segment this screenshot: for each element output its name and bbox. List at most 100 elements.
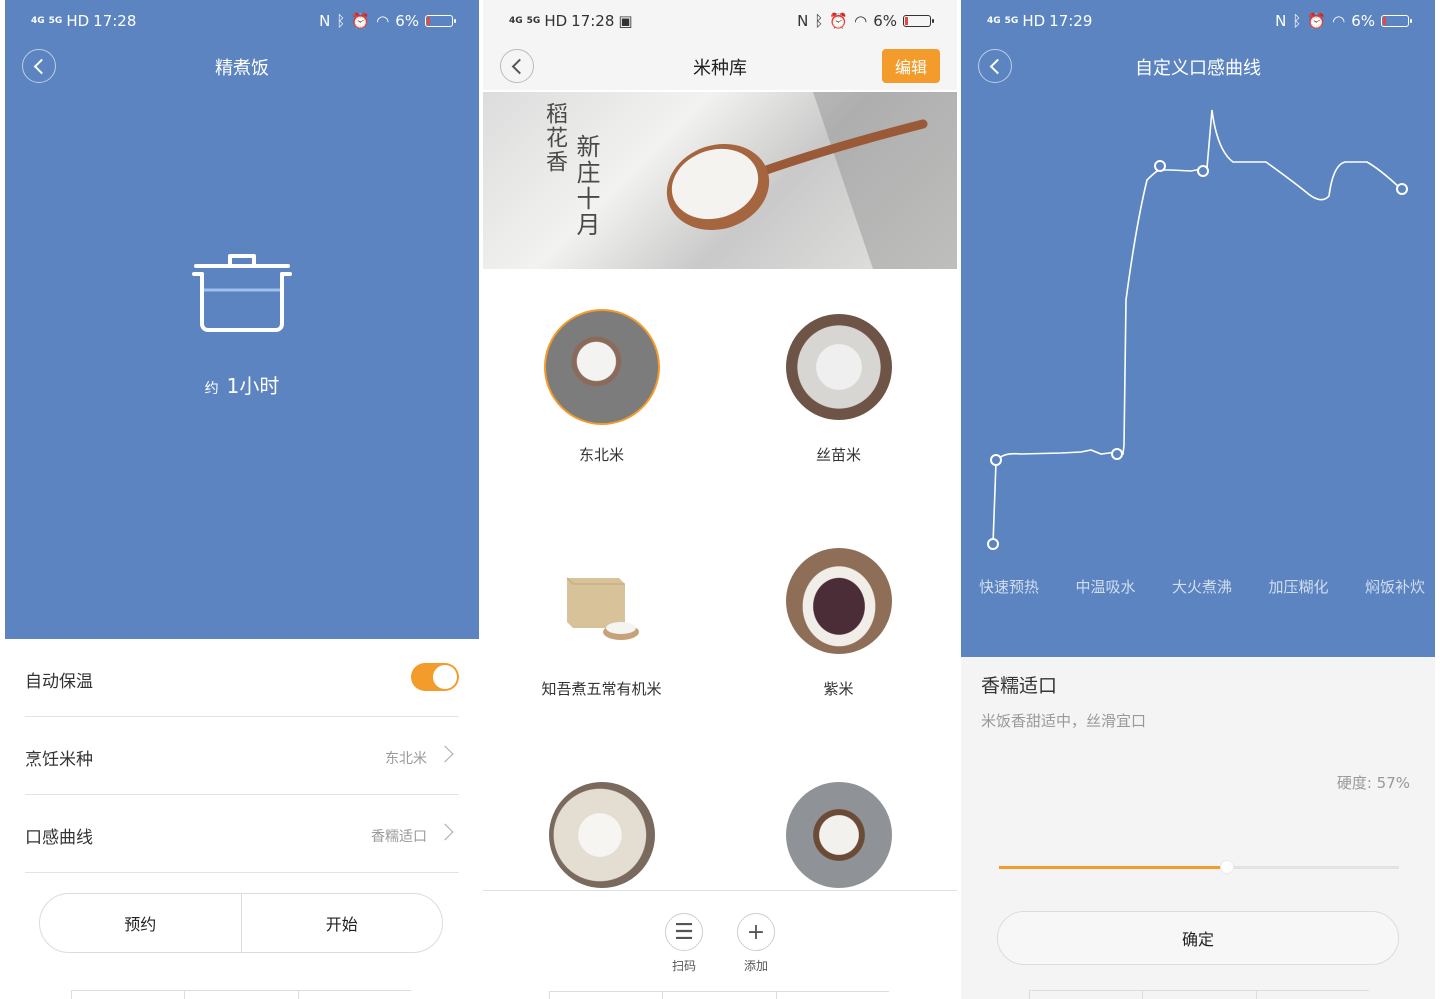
curve-point[interactable] bbox=[1111, 448, 1123, 460]
setting-label: 烹饪米种 bbox=[25, 750, 93, 770]
stage-label: 大火煮沸 bbox=[1171, 578, 1232, 596]
setting-auto-keep-warm: 自动保温 bbox=[25, 639, 459, 717]
signal-4g-icon: 4G bbox=[31, 15, 45, 26]
cook-duration: 约 1小时 bbox=[5, 370, 479, 399]
keep-warm-toggle[interactable] bbox=[411, 663, 459, 691]
stage-label: 焖饭补炊 bbox=[1364, 578, 1425, 596]
add-label: 添加 bbox=[743, 959, 768, 973]
edit-button[interactable]: 编辑 bbox=[882, 49, 940, 83]
rice-item-purple[interactable]: 紫米 bbox=[720, 504, 957, 724]
rice-photo bbox=[786, 314, 892, 420]
hd-indicator: HD bbox=[544, 12, 568, 30]
slider-fill bbox=[999, 866, 1227, 869]
stage-label: 加压糊化 bbox=[1268, 578, 1329, 596]
taste-curve-screen: 4G 5G HD 17:29 N ᛒ ⏰ ◠ 6% 自定义口感曲线 快速预热 中… bbox=[961, 0, 1435, 999]
rice-name: 东北米 bbox=[578, 446, 624, 464]
setting-taste-curve[interactable]: 口感曲线 香糯适口 bbox=[25, 795, 459, 873]
rice-name: 知吾煮五常有机米 bbox=[541, 680, 662, 698]
scan-icon: ☰ bbox=[665, 913, 703, 951]
bottom-edge bbox=[71, 990, 411, 999]
signal-5g-icon: 5G bbox=[48, 15, 63, 26]
bottom-edge bbox=[549, 991, 889, 999]
cooking-hero: 4G 5G HD 17:28 N ᛒ ⏰ ◠ 6% 精煮饭 约 1小时 bbox=[5, 0, 479, 639]
rice-grid: 东北米 丝苗米 知吾煮五常有机米 紫米 bbox=[483, 270, 957, 890]
rice-name: 紫米 bbox=[823, 680, 854, 698]
rice-photo bbox=[549, 782, 655, 888]
setting-value: 香糯适口 bbox=[371, 829, 427, 845]
status-bar: 4G 5G HD 17:28 ▣ N ᛒ ⏰ ◠ 6% bbox=[483, 0, 957, 44]
scan-label: 扫码 bbox=[671, 959, 696, 973]
rice-item-6[interactable] bbox=[720, 738, 957, 890]
status-time: 17:28 bbox=[571, 12, 615, 30]
rice-item-wuchang[interactable]: 知吾煮五常有机米 bbox=[483, 504, 720, 724]
stage-label: 中温吸水 bbox=[1075, 578, 1136, 596]
plus-icon: + bbox=[737, 913, 775, 951]
start-button[interactable]: 开始 bbox=[242, 894, 443, 952]
curve-point[interactable] bbox=[1154, 160, 1166, 172]
duration-prefix: 约 bbox=[204, 381, 219, 397]
confirm-button[interactable]: 确定 bbox=[997, 911, 1399, 965]
bottom-edge bbox=[1029, 990, 1369, 999]
bluetooth-icon: ᛒ bbox=[814, 12, 824, 30]
signal-4g-icon: 4G bbox=[509, 15, 523, 26]
rice-photo bbox=[549, 548, 655, 654]
curve-point[interactable] bbox=[1396, 183, 1408, 195]
taste-title: 香糯适口 bbox=[981, 675, 1058, 697]
bluetooth-icon: ᛒ bbox=[336, 12, 346, 30]
banner-text-2: 新庄十月 bbox=[572, 134, 600, 238]
chevron-right-icon bbox=[436, 823, 454, 841]
rice-photo bbox=[544, 309, 660, 425]
chevron-right-icon bbox=[436, 745, 454, 763]
rice-photo bbox=[786, 782, 892, 888]
stage-labels: 快速预热 中温吸水 大火煮沸 加压糊化 焖饭补炊 bbox=[979, 576, 1425, 597]
setting-rice-type[interactable]: 烹饪米种 东北米 bbox=[25, 717, 459, 795]
curve-point[interactable] bbox=[1197, 165, 1209, 177]
signal-5g-icon: 5G bbox=[526, 15, 541, 26]
banner-text-1: 稻花香 bbox=[542, 102, 567, 174]
top-bar: 精煮饭 bbox=[5, 44, 479, 90]
rice-photo bbox=[786, 548, 892, 654]
notification-icon: ▣ bbox=[618, 12, 633, 30]
hd-indicator: HD bbox=[66, 12, 90, 30]
battery-icon bbox=[903, 15, 934, 27]
bottom-toolbar: ☰ 扫码 + 添加 bbox=[483, 890, 957, 999]
rice-banner: 稻花香 新庄十月 bbox=[483, 92, 957, 269]
alarm-icon: ⏰ bbox=[829, 12, 849, 30]
cooking-screen: 4G 5G HD 17:28 N ᛒ ⏰ ◠ 6% 精煮饭 约 1小时 自动保温… bbox=[5, 0, 479, 999]
rice-item-northeast[interactable]: 东北米 bbox=[483, 270, 720, 490]
setting-value: 东北米 bbox=[385, 751, 427, 767]
wifi-icon: ◠ bbox=[854, 12, 868, 30]
pot-icon bbox=[192, 254, 292, 332]
add-button[interactable]: + 添加 bbox=[736, 913, 776, 974]
curve-point[interactable] bbox=[987, 538, 999, 550]
nfc-icon: N bbox=[319, 12, 331, 30]
status-bar: 4G 5G HD 17:28 N ᛒ ⏰ ◠ 6% bbox=[5, 0, 479, 44]
slider-thumb[interactable] bbox=[1220, 860, 1234, 874]
curve-panel: 4G 5G HD 17:29 N ᛒ ⏰ ◠ 6% 自定义口感曲线 快速预热 中… bbox=[961, 0, 1435, 657]
setting-label: 自动保温 bbox=[25, 672, 93, 692]
stage-label: 快速预热 bbox=[979, 578, 1040, 596]
rice-name: 丝苗米 bbox=[815, 446, 861, 464]
scan-button[interactable]: ☰ 扫码 bbox=[664, 913, 704, 974]
curve-point[interactable] bbox=[990, 454, 1002, 466]
duration-value: 1小时 bbox=[226, 374, 280, 398]
battery-percent: 6% bbox=[873, 12, 897, 30]
battery-icon bbox=[425, 15, 456, 27]
hardness-slider[interactable] bbox=[999, 860, 1399, 874]
rice-item-simiao[interactable]: 丝苗米 bbox=[720, 270, 957, 490]
taste-description: 米饭香甜适中，丝滑宜口 bbox=[981, 712, 1147, 730]
hardness-label: 硬度: 57% bbox=[1336, 774, 1410, 792]
rice-library-screen: 4G 5G HD 17:28 ▣ N ᛒ ⏰ ◠ 6% 米种库 编辑 稻花香 新… bbox=[483, 0, 957, 999]
wifi-icon: ◠ bbox=[376, 12, 390, 30]
taste-curve bbox=[987, 109, 1408, 550]
action-buttons: 预约 开始 bbox=[39, 893, 443, 953]
battery-percent: 6% bbox=[395, 12, 419, 30]
top-bar: 米种库 编辑 bbox=[483, 44, 957, 90]
alarm-icon: ⏰ bbox=[351, 12, 371, 30]
reserve-button[interactable]: 预约 bbox=[40, 894, 242, 952]
setting-label: 口感曲线 bbox=[25, 828, 93, 848]
nfc-icon: N bbox=[797, 12, 809, 30]
page-title: 精煮饭 bbox=[215, 58, 269, 79]
rice-item-5[interactable] bbox=[483, 738, 720, 890]
curve-line bbox=[992, 109, 1402, 545]
